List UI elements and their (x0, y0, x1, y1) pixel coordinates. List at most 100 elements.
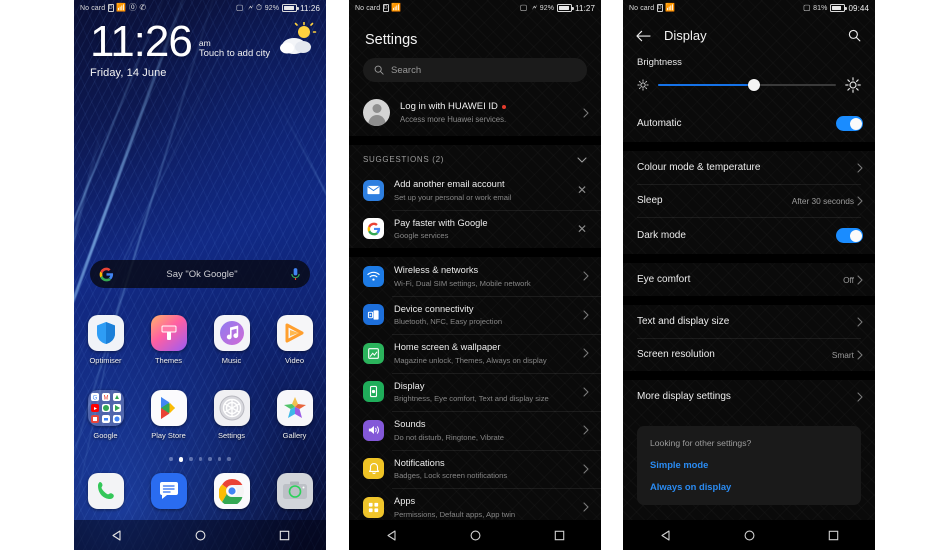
back-icon[interactable] (376, 520, 406, 550)
add-city-hint[interactable]: Touch to add city (199, 48, 270, 60)
page-dot[interactable] (169, 457, 173, 461)
row-dark-mode[interactable]: Dark mode (623, 217, 875, 254)
svg-text:G: G (92, 396, 97, 402)
automatic-brightness-row[interactable]: Automatic (623, 105, 875, 142)
suggestion-row-email[interactable]: Add another email account Set up your pe… (349, 171, 601, 210)
home-icon[interactable] (734, 520, 764, 550)
email-icon (363, 179, 384, 201)
page-dot-active[interactable] (178, 457, 184, 462)
app-play-store[interactable]: Play Store (137, 390, 200, 440)
suggestion-text: Pay faster with Google Google services (394, 217, 565, 242)
app-video[interactable]: Video (263, 315, 326, 365)
suggestion-row-google-pay[interactable]: Pay faster with Google Google services ✕ (349, 209, 601, 249)
brightness-high-icon (845, 77, 861, 93)
section-divider (623, 254, 875, 263)
row-colour-mode-temperature[interactable]: Colour mode & temperature (623, 151, 875, 184)
app-settings[interactable]: Settings (200, 390, 263, 440)
arrow-left-icon[interactable] (636, 30, 651, 42)
chevron-right-icon (583, 425, 589, 435)
row-more-display-settings[interactable]: More display settings (623, 380, 875, 413)
settings-row-home-screen-wallpaper[interactable]: Home screen & wallpaper Magazine unlock,… (349, 334, 601, 373)
chevron-right-icon (583, 502, 589, 512)
settings-screen: No card D 📶 ▢ 🗲 92% 11:27 Settings Searc… (349, 0, 601, 550)
recents-icon[interactable] (269, 520, 299, 550)
settings-row-notifications[interactable]: Notifications Badges, Lock screen notifi… (349, 449, 601, 489)
page-dot[interactable] (217, 457, 222, 461)
brightness-slider-knob[interactable] (748, 79, 761, 91)
google-search-bar[interactable]: Say "Ok Google" (90, 260, 310, 288)
close-icon[interactable]: ✕ (575, 184, 589, 196)
link-always-on-display[interactable]: Always on display (650, 481, 848, 492)
chevron-down-icon[interactable] (577, 156, 587, 163)
back-icon[interactable] (101, 520, 131, 550)
speaker-icon (363, 419, 384, 441)
status-bar: No card D 📶 ⓪ ✆ ▢ 🗲 ⏱ 92% 11:26 (74, 0, 326, 16)
row-text: Notifications Badges, Lock screen notifi… (394, 457, 573, 482)
settings-row-wireless-networks[interactable]: Wireless & networks Wi-Fi, Dual SIM sett… (349, 257, 601, 296)
section-divider (349, 136, 601, 145)
app-themes[interactable]: Themes (137, 315, 200, 365)
brightness-slider-track[interactable] (658, 79, 836, 91)
recents-icon[interactable] (818, 520, 848, 550)
settings-row-device-connectivity[interactable]: Device connectivity Bluetooth, NFC, Easy… (349, 295, 601, 335)
page-dot[interactable] (227, 457, 231, 461)
dock-messages[interactable] (137, 473, 200, 509)
back-icon[interactable] (650, 520, 680, 550)
page-indicator-dots[interactable] (74, 457, 326, 462)
row-subtitle: Do not disturb, Ringtone, Vibrate (394, 432, 505, 442)
status-bar-clock: 11:27 (575, 3, 595, 13)
home-icon[interactable] (460, 520, 490, 550)
row-eye-comfort[interactable]: Eye comfort Off (623, 263, 875, 296)
row-label: Eye comfort (637, 274, 691, 285)
app-folder-google[interactable]: G M Google (74, 390, 137, 440)
other-settings-card: Looking for other settings? Simple mode … (637, 426, 861, 505)
app-gallery[interactable]: Gallery (263, 390, 326, 440)
row-text-and-display-size[interactable]: Text and display size (623, 305, 875, 338)
row-label: Screen resolution (637, 349, 715, 360)
search-icon[interactable] (848, 29, 861, 42)
app-music[interactable]: Music (200, 315, 263, 365)
search-input[interactable]: Search (363, 58, 587, 82)
app-row-1: Optimiser Themes Music Video (74, 315, 326, 365)
app-label: Music (221, 356, 242, 365)
status-bar-clock: 09:44 (848, 3, 869, 13)
suggestions-header[interactable]: SUGGESTIONS (2) (349, 145, 601, 171)
microphone-icon[interactable] (290, 267, 301, 282)
dark-mode-toggle[interactable] (836, 228, 863, 243)
close-icon[interactable]: ✕ (575, 223, 589, 235)
page-dot[interactable] (198, 457, 203, 461)
row-text: Apps Permissions, Default apps, App twin (394, 495, 573, 520)
brightness-slider-row[interactable] (623, 68, 875, 105)
huawei-id-row[interactable]: Log in with HUAWEI ID Access more Huawei… (349, 92, 601, 136)
app-optimiser[interactable]: Optimiser (74, 315, 137, 365)
chevron-right-icon (583, 310, 589, 320)
automatic-brightness-toggle[interactable] (836, 116, 863, 131)
home-icon[interactable] (185, 520, 215, 550)
settings-row-display[interactable]: Display Brightness, Eye comfort, Text an… (349, 372, 601, 412)
chevron-right-icon (857, 391, 863, 402)
settings-body[interactable]: Settings Search Log in with HUAWEI ID Ac… (349, 16, 601, 550)
page-dot[interactable] (208, 457, 212, 461)
sim-card-icon: D (107, 4, 114, 12)
row-sleep[interactable]: Sleep After 30 seconds (623, 184, 875, 217)
dock-phone[interactable] (74, 473, 137, 509)
link-simple-mode[interactable]: Simple mode (650, 459, 848, 470)
status-bar-left: No card D 📶 (629, 4, 675, 12)
row-title: Pay faster with Google (394, 217, 488, 228)
gallery-flower-icon (276, 390, 313, 426)
row-title: Display (394, 380, 425, 391)
display-body[interactable]: Display Brightness Automatic Colour mode… (623, 16, 875, 550)
battery-percent-label: 92% (539, 4, 555, 12)
status-bar-right: ▢ 🗲 ⏱ 92% 11:26 (236, 4, 320, 13)
page-dot[interactable] (189, 457, 193, 461)
recents-icon[interactable] (544, 520, 574, 550)
clock-ampm: am (198, 38, 211, 48)
chevron-right-icon (857, 316, 863, 327)
gear-icon (213, 390, 250, 426)
row-text: Wireless & networks Wi-Fi, Dual SIM sett… (394, 264, 573, 289)
settings-row-sounds[interactable]: Sounds Do not disturb, Ringtone, Vibrate (349, 411, 601, 450)
row-screen-resolution[interactable]: Screen resolution Smart (623, 338, 875, 371)
dock-camera[interactable] (263, 473, 326, 509)
status-bar-left: No card D 📶 ⓪ ✆ (80, 4, 146, 12)
dock-chrome[interactable] (200, 473, 263, 509)
